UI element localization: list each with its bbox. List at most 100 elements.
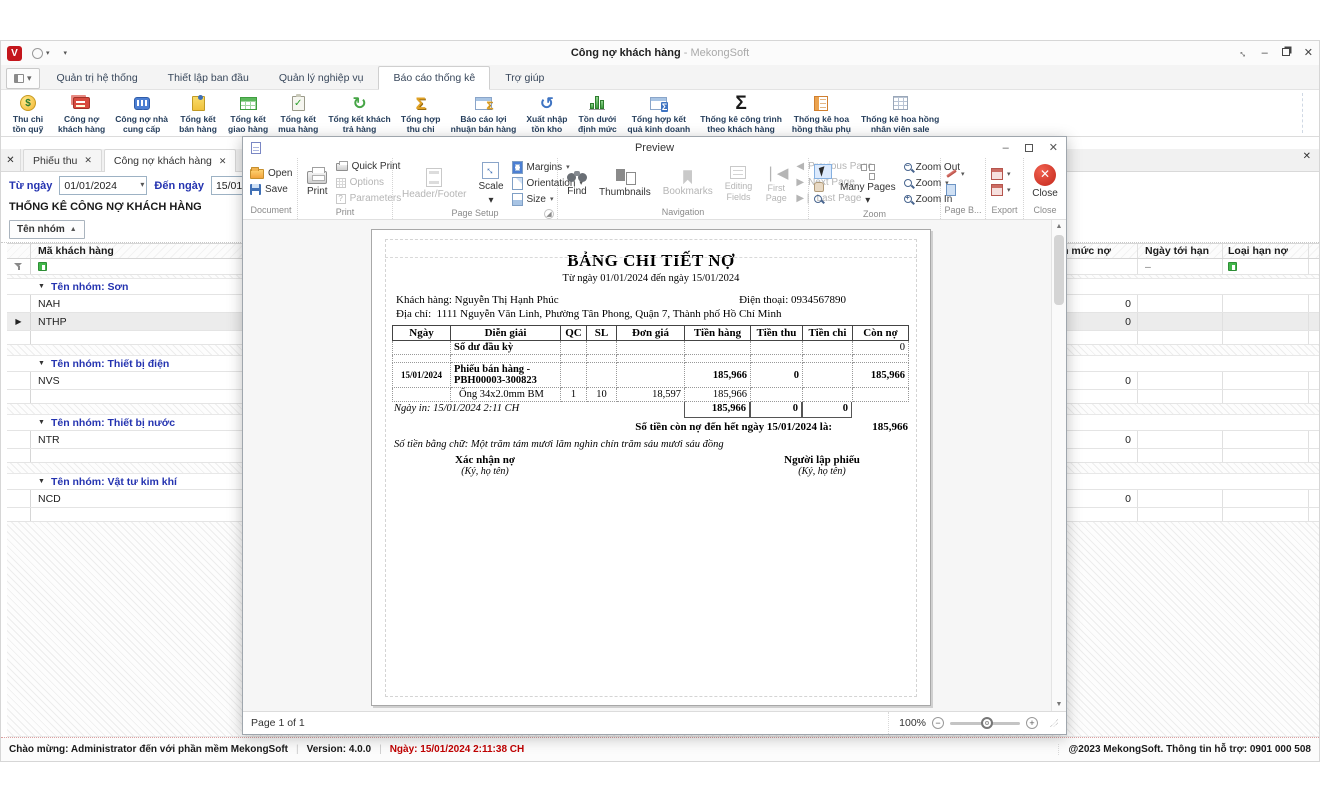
sale-grid-icon bbox=[892, 93, 908, 113]
doc-tab-cong-no-khach-hang[interactable]: Công nợ khách hàng ✕ bbox=[103, 149, 237, 172]
filter-cell-type[interactable] bbox=[1223, 259, 1309, 274]
ribbon-button-bao-cao-loi-nhuan[interactable]: Σ Báo cáo lợi nhuận bán hàng bbox=[446, 90, 522, 136]
ribbon-button-tong-ket-mua-hang[interactable]: ✓ Tổng kết mua hàng bbox=[273, 90, 323, 136]
minimize-button[interactable]: – bbox=[1262, 47, 1268, 59]
scroll-down-icon[interactable]: ▼ bbox=[1056, 698, 1063, 711]
to-date-label: Đến ngày bbox=[154, 179, 204, 192]
thumbnails-button[interactable]: Thumbnails bbox=[595, 166, 655, 199]
scrollbar-thumb[interactable] bbox=[1054, 235, 1064, 305]
editing-fields-button[interactable]: Editing Fields bbox=[721, 163, 757, 202]
tab-thiet-lap-ban-dau[interactable]: Thiết lập ban đầu bbox=[153, 65, 264, 89]
dialog-launcher-icon[interactable]: ◢ bbox=[544, 209, 554, 219]
close-icon[interactable]: ✕ bbox=[84, 155, 92, 166]
ribbon-button-tong-ket-khach-tra-hang[interactable]: ↻ Tổng kết khách trả hàng bbox=[323, 90, 395, 136]
report-row-spacer bbox=[392, 354, 909, 363]
scroll-up-icon[interactable]: ▲ bbox=[1056, 220, 1063, 233]
preview-close-button[interactable]: ✕ bbox=[1049, 141, 1058, 154]
zoom-slider-knob[interactable] bbox=[981, 716, 993, 729]
report-table: Ngày Diễn giải QC SL Đơn giá Tiền hàng Tiền… bbox=[392, 325, 909, 402]
ribbon-button-xuat-nhap-ton-kho[interactable]: ↺ Xuất nhập tồn kho bbox=[521, 90, 572, 136]
send-document-button[interactable]: ▾ bbox=[991, 183, 1011, 196]
column-header-loai-han-no[interactable]: Loại hạn nợ bbox=[1223, 244, 1309, 258]
chevron-down-icon: ▾ bbox=[961, 170, 965, 178]
preview-minimize-button[interactable]: – bbox=[1003, 142, 1009, 154]
page-color-button[interactable] bbox=[946, 183, 965, 196]
close-window-button[interactable]: ✕ bbox=[1304, 47, 1313, 59]
return-arrow-icon: ↻ bbox=[352, 93, 367, 113]
restore-button[interactable] bbox=[1281, 47, 1290, 59]
scale-button[interactable]: ↔ Scale ▾ bbox=[474, 160, 507, 206]
toolbar-overflow-icon[interactable]: ▾ bbox=[64, 49, 68, 57]
filter-funnel-icon[interactable] bbox=[14, 262, 23, 271]
send-icon bbox=[991, 183, 1003, 196]
filter-chip-icon[interactable] bbox=[38, 262, 47, 271]
open-button[interactable]: Open bbox=[250, 166, 292, 180]
options-button[interactable]: Options bbox=[335, 176, 402, 189]
ribbon-button-tong-hop-thu-chi[interactable]: Σ Tổng hợp thu chi bbox=[396, 90, 446, 136]
ribbon-button-cong-no-khach-hang[interactable]: Công nợ khách hàng bbox=[53, 90, 110, 136]
bookmarks-button[interactable]: Bookmarks bbox=[659, 167, 717, 198]
ribbon-button-cong-no-nha-cung-cap[interactable]: Công nợ nhà cung cấp bbox=[110, 90, 173, 136]
hand-tool-button[interactable] bbox=[814, 181, 824, 192]
ribbon-button-thu-chi-ton-quy[interactable]: $ Thu chi tồn quỹ bbox=[3, 90, 53, 136]
report-row-opening: Số dư đầu kỳ 0 bbox=[392, 340, 909, 355]
ribbon-button-tong-ket-ban-hang[interactable]: Tổng kết bán hàng bbox=[173, 90, 223, 136]
collapse-icon[interactable]: ▼ bbox=[38, 360, 45, 367]
from-date-input[interactable]: 01/01/2024 ▾ bbox=[59, 176, 148, 195]
close-preview-button[interactable]: ✕ Close bbox=[1028, 163, 1062, 200]
group-page-setup: Header/Footer ↔ Scale ▾ Margins ▾ Orientati… bbox=[393, 158, 583, 219]
ribbon-button-hoa-hong-thau-phu[interactable]: Thống kê hoa hồng thầu phụ bbox=[787, 90, 856, 136]
filter-chip-icon[interactable] bbox=[1228, 262, 1237, 271]
zoom-minus-button[interactable]: − bbox=[932, 717, 944, 729]
zoom-slider[interactable] bbox=[950, 716, 1020, 729]
chevron-down-icon[interactable]: ▾ bbox=[140, 180, 144, 189]
chevron-down-icon: ▾ bbox=[1007, 186, 1011, 194]
collapse-icon[interactable]: ▼ bbox=[38, 478, 45, 485]
filter-cell-due[interactable]: – bbox=[1138, 259, 1223, 274]
quick-print-button[interactable]: Quick Print bbox=[335, 160, 402, 173]
collapse-icon[interactable]: ▼ bbox=[38, 419, 45, 426]
preview-maximize-button[interactable] bbox=[1024, 143, 1033, 152]
group-export: ▾ ▾ Export bbox=[986, 158, 1024, 219]
column-header-ngay-toi-han[interactable]: Ngày tới hạn bbox=[1138, 244, 1223, 258]
resize-grip-icon[interactable] bbox=[1050, 719, 1058, 727]
quick-access-caret-icon[interactable]: ▾ bbox=[46, 49, 50, 57]
zoom-plus-button[interactable]: + bbox=[1026, 717, 1038, 729]
collapse-icon[interactable]: ▼ bbox=[38, 283, 45, 290]
screen: V ▾ ▾ Công nợ khách hàng - MekongSoft ↔ … bbox=[0, 0, 1320, 800]
tab-quan-ly-nghiep-vu[interactable]: Quản lý nghiệp vụ bbox=[264, 65, 379, 89]
parameters-button[interactable]: ? Parameters bbox=[335, 192, 401, 205]
magnifier-tool-button[interactable] bbox=[814, 194, 822, 203]
group-by-chip[interactable]: Tên nhóm ▲ bbox=[9, 220, 85, 239]
ribbon-button-tong-ket-giao-hang[interactable]: Tổng kết giao hàng bbox=[223, 90, 273, 136]
preview-scrollbar[interactable]: ▲ ▼ bbox=[1051, 220, 1066, 711]
ribbon-button-ket-qua-kinh-doanh[interactable]: Σ Tổng hợp kết quả kinh doanh bbox=[622, 90, 695, 136]
quick-access-circle-icon[interactable] bbox=[32, 47, 43, 59]
row-indicator-icon: ▶ bbox=[15, 317, 22, 326]
export-document-button[interactable]: ▾ bbox=[991, 167, 1011, 180]
find-button[interactable]: Find bbox=[563, 168, 591, 198]
status-bar: Chào mừng: Administrator đến với phần mề… bbox=[1, 737, 1319, 761]
signature-blocks: Xác nhận nợ (Ký, họ tên) Người lập phiếu… bbox=[392, 454, 908, 504]
ribbon-button-thong-ke-cong-trinh[interactable]: Σ Thống kê công trình theo khách hàng bbox=[695, 90, 787, 136]
doc-tab-phieu-thu[interactable]: Phiếu thu ✕ bbox=[23, 149, 102, 171]
header-footer-button[interactable]: Header/Footer bbox=[398, 166, 470, 201]
close-all-tabs-icon[interactable]: ✕ bbox=[1303, 151, 1311, 162]
fullscreen-button[interactable]: ↔ bbox=[1236, 46, 1251, 61]
close-tab-button[interactable]: ✕ bbox=[1, 149, 21, 171]
print-button[interactable]: Print bbox=[303, 167, 332, 198]
tab-tro-giup[interactable]: Trợ giúp bbox=[490, 65, 559, 89]
ribbon-button-ton-duoi-dinh-muc[interactable]: Tồn dưới định mức bbox=[572, 90, 622, 136]
tab-quan-tri-he-thong[interactable]: Quản trị hệ thống bbox=[42, 65, 153, 89]
ribbon-button-hoa-hong-nhan-vien-sale[interactable]: Thống kê hoa hồng nhân viên sale bbox=[856, 90, 944, 136]
many-pages-button[interactable]: Many Pages ▾ bbox=[836, 160, 900, 207]
watermark-button[interactable]: ▾ bbox=[946, 167, 965, 180]
first-page-button[interactable]: ❘◀ First Page bbox=[760, 162, 792, 204]
chevron-down-icon: ▾ bbox=[1007, 170, 1011, 178]
pointer-tool-button[interactable] bbox=[814, 163, 832, 179]
ribbon-app-menu-button[interactable]: ▾ bbox=[6, 68, 40, 89]
close-icon[interactable]: ✕ bbox=[219, 156, 227, 167]
sign-right-subtitle: (Ký, họ tên) bbox=[798, 466, 846, 477]
save-button[interactable]: Save bbox=[250, 183, 292, 196]
tab-bao-cao-thong-ke[interactable]: Báo cáo thống kê bbox=[378, 66, 491, 90]
